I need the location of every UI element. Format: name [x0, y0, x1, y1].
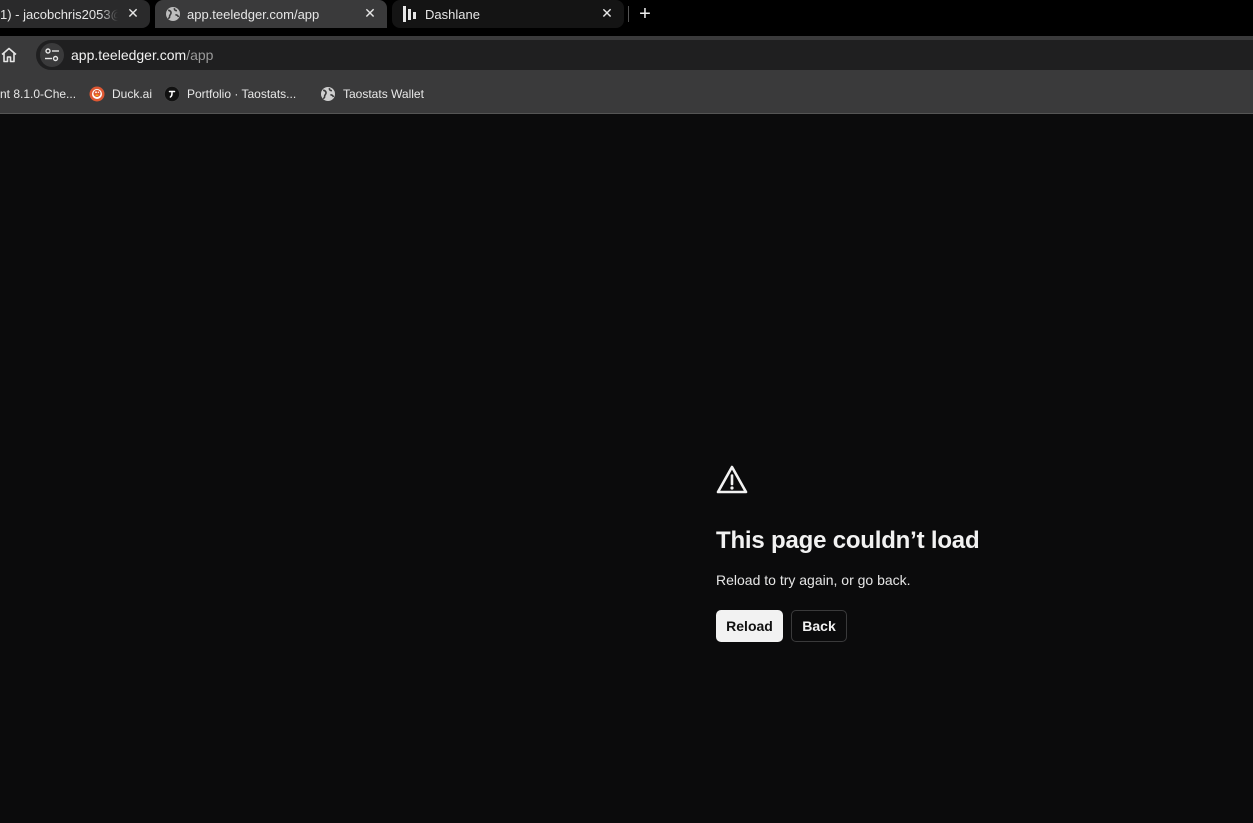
browser-toolbar: app.teeledger.com/app [0, 36, 1253, 74]
taostats-icon [164, 86, 180, 102]
close-icon[interactable]: ✕ [599, 5, 615, 21]
bookmark-item-duck-ai[interactable]: Duck.ai [89, 85, 152, 103]
url-path: /app [186, 47, 214, 63]
warning-icon [716, 464, 748, 496]
bookmarks-bar: nt 8.1.0-Che... Duck.ai Portfolio · Taos… [0, 74, 1253, 114]
tab-title: Dashlane [425, 6, 480, 22]
home-icon[interactable] [0, 46, 18, 64]
globe-icon [320, 86, 336, 102]
bookmark-item[interactable]: nt 8.1.0-Che... [0, 85, 76, 103]
new-tab-button[interactable]: + [634, 3, 656, 25]
address-bar[interactable]: app.teeledger.com/app [36, 40, 1253, 70]
page-content: This page couldn’t load Reload to try ag… [0, 114, 1253, 823]
tab-strip: 1) - jacobchris2053@g ✕ app.teeledger.co… [0, 0, 1253, 36]
tab-dashlane[interactable]: Dashlane ✕ [392, 0, 624, 28]
bookmark-label: Duck.ai [112, 87, 153, 101]
duckduckgo-icon [89, 86, 105, 102]
bookmark-label: nt 8.1.0-Che... [0, 87, 77, 101]
tab-separator [628, 6, 629, 22]
tab-title: app.teeledger.com/app [187, 6, 320, 22]
reload-button[interactable]: Reload [716, 610, 783, 642]
close-icon[interactable]: ✕ [362, 5, 378, 21]
bookmark-item-taostats-wallet[interactable]: Taostats Wallet [320, 85, 424, 103]
tab-title: 1) - jacobchris2053@g [0, 6, 118, 22]
bookmark-label: Portfolio · Taostats... [187, 87, 297, 101]
bookmark-item-portfolio-taostats[interactable]: Portfolio · Taostats... [164, 85, 296, 103]
site-info-button[interactable] [40, 43, 64, 67]
back-button[interactable]: Back [791, 610, 847, 642]
tab-teeledger[interactable]: app.teeledger.com/app ✕ [155, 0, 387, 28]
url-host: app.teeledger.com [71, 47, 187, 63]
url-text[interactable]: app.teeledger.com/app [71, 47, 213, 63]
close-icon[interactable]: ✕ [125, 5, 141, 21]
error-description: Reload to try again, or go back. [716, 572, 911, 588]
bookmark-label: Taostats Wallet [343, 87, 424, 101]
browser-window: 1) - jacobchris2053@g ✕ app.teeledger.co… [0, 0, 1253, 823]
dashlane-icon [403, 6, 417, 25]
globe-icon [165, 6, 181, 25]
tab-gmail[interactable]: 1) - jacobchris2053@g ✕ [0, 0, 150, 28]
error-title: This page couldn’t load [716, 527, 980, 554]
tune-icon [45, 48, 59, 62]
